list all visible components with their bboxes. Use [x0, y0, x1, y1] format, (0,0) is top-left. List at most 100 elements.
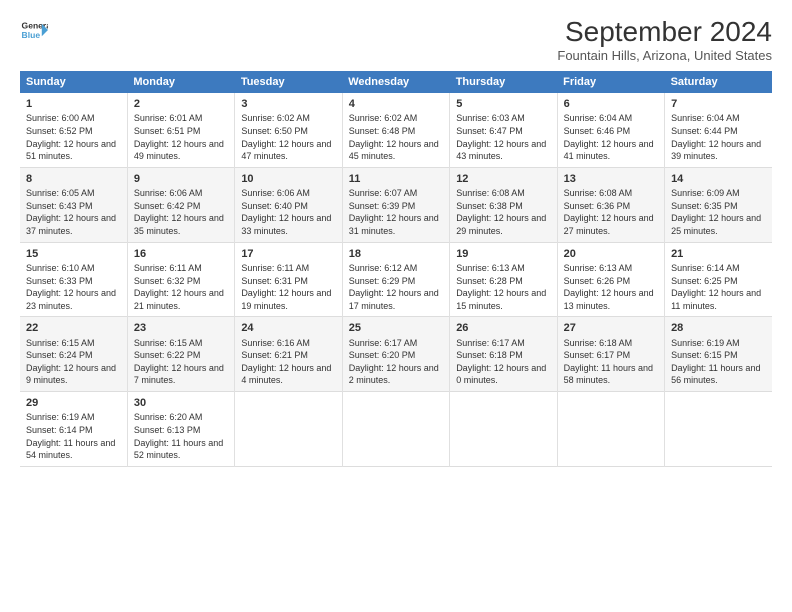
sunrise: Sunrise: 6:15 AM [26, 337, 121, 350]
sunset: Sunset: 6:52 PM [26, 125, 121, 138]
calendar-cell: 17Sunrise: 6:11 AMSunset: 6:31 PMDayligh… [235, 242, 342, 317]
calendar-cell: 24Sunrise: 6:16 AMSunset: 6:21 PMDayligh… [235, 317, 342, 392]
sunrise: Sunrise: 6:19 AM [671, 337, 766, 350]
calendar-cell: 5Sunrise: 6:03 AMSunset: 6:47 PMDaylight… [450, 93, 557, 167]
day-number: 10 [241, 172, 335, 187]
title-block: September 2024 Fountain Hills, Arizona, … [557, 16, 772, 63]
calendar-cell: 4Sunrise: 6:02 AMSunset: 6:48 PMDaylight… [342, 93, 449, 167]
day-number: 26 [456, 321, 550, 336]
calendar-cell [557, 392, 664, 467]
sunrise: Sunrise: 6:15 AM [134, 337, 228, 350]
sunset: Sunset: 6:38 PM [456, 200, 550, 213]
header-row: SundayMondayTuesdayWednesdayThursdayFrid… [20, 71, 772, 93]
sunset: Sunset: 6:47 PM [456, 125, 550, 138]
daylight: Daylight: 12 hours and 13 minutes. [564, 287, 658, 312]
calendar-cell: 15Sunrise: 6:10 AMSunset: 6:33 PMDayligh… [20, 242, 127, 317]
sunrise: Sunrise: 6:06 AM [241, 187, 335, 200]
sunset: Sunset: 6:17 PM [564, 349, 658, 362]
sunrise: Sunrise: 6:20 AM [134, 411, 228, 424]
calendar-cell: 27Sunrise: 6:18 AMSunset: 6:17 PMDayligh… [557, 317, 664, 392]
day-number: 3 [241, 97, 335, 112]
day-number: 15 [26, 247, 121, 262]
svg-text:Blue: Blue [22, 30, 41, 40]
daylight: Daylight: 12 hours and 25 minutes. [671, 212, 766, 237]
calendar-cell: 8Sunrise: 6:05 AMSunset: 6:43 PMDaylight… [20, 167, 127, 242]
daylight: Daylight: 12 hours and 37 minutes. [26, 212, 121, 237]
sunrise: Sunrise: 6:16 AM [241, 337, 335, 350]
calendar-cell: 16Sunrise: 6:11 AMSunset: 6:32 PMDayligh… [127, 242, 234, 317]
sunrise: Sunrise: 6:18 AM [564, 337, 658, 350]
calendar-cell: 1Sunrise: 6:00 AMSunset: 6:52 PMDaylight… [20, 93, 127, 167]
sunrise: Sunrise: 6:10 AM [26, 262, 121, 275]
daylight: Daylight: 12 hours and 4 minutes. [241, 362, 335, 387]
daylight: Daylight: 12 hours and 23 minutes. [26, 287, 121, 312]
sunrise: Sunrise: 6:03 AM [456, 112, 550, 125]
sunset: Sunset: 6:39 PM [349, 200, 443, 213]
week-row-4: 22Sunrise: 6:15 AMSunset: 6:24 PMDayligh… [20, 317, 772, 392]
day-number: 21 [671, 247, 766, 262]
calendar-cell [665, 392, 772, 467]
calendar-cell [450, 392, 557, 467]
sunset: Sunset: 6:42 PM [134, 200, 228, 213]
sunrise: Sunrise: 6:11 AM [134, 262, 228, 275]
daylight: Daylight: 11 hours and 52 minutes. [134, 437, 228, 462]
daylight: Daylight: 11 hours and 56 minutes. [671, 362, 766, 387]
calendar-cell [342, 392, 449, 467]
calendar-cell: 21Sunrise: 6:14 AMSunset: 6:25 PMDayligh… [665, 242, 772, 317]
week-row-2: 8Sunrise: 6:05 AMSunset: 6:43 PMDaylight… [20, 167, 772, 242]
sunset: Sunset: 6:28 PM [456, 275, 550, 288]
sunset: Sunset: 6:24 PM [26, 349, 121, 362]
day-number: 12 [456, 172, 550, 187]
sunset: Sunset: 6:50 PM [241, 125, 335, 138]
col-header-sunday: Sunday [20, 71, 127, 93]
col-header-friday: Friday [557, 71, 664, 93]
daylight: Daylight: 12 hours and 33 minutes. [241, 212, 335, 237]
day-number: 17 [241, 247, 335, 262]
day-number: 5 [456, 97, 550, 112]
calendar-cell: 3Sunrise: 6:02 AMSunset: 6:50 PMDaylight… [235, 93, 342, 167]
calendar-cell: 12Sunrise: 6:08 AMSunset: 6:38 PMDayligh… [450, 167, 557, 242]
daylight: Daylight: 12 hours and 27 minutes. [564, 212, 658, 237]
sunrise: Sunrise: 6:14 AM [671, 262, 766, 275]
day-number: 9 [134, 172, 228, 187]
calendar-page: General Blue September 2024 Fountain Hil… [0, 0, 792, 612]
header: General Blue September 2024 Fountain Hil… [20, 16, 772, 63]
daylight: Daylight: 12 hours and 39 minutes. [671, 138, 766, 163]
col-header-monday: Monday [127, 71, 234, 93]
day-number: 28 [671, 321, 766, 336]
day-number: 19 [456, 247, 550, 262]
daylight: Daylight: 12 hours and 29 minutes. [456, 212, 550, 237]
calendar-cell [235, 392, 342, 467]
sunset: Sunset: 6:40 PM [241, 200, 335, 213]
sunset: Sunset: 6:46 PM [564, 125, 658, 138]
calendar-cell: 14Sunrise: 6:09 AMSunset: 6:35 PMDayligh… [665, 167, 772, 242]
daylight: Daylight: 12 hours and 49 minutes. [134, 138, 228, 163]
sunrise: Sunrise: 6:08 AM [564, 187, 658, 200]
day-number: 25 [349, 321, 443, 336]
calendar-cell: 22Sunrise: 6:15 AMSunset: 6:24 PMDayligh… [20, 317, 127, 392]
sunrise: Sunrise: 6:17 AM [456, 337, 550, 350]
sunrise: Sunrise: 6:13 AM [456, 262, 550, 275]
main-title: September 2024 [557, 16, 772, 48]
daylight: Daylight: 11 hours and 58 minutes. [564, 362, 658, 387]
day-number: 23 [134, 321, 228, 336]
sunset: Sunset: 6:13 PM [134, 424, 228, 437]
calendar-cell: 25Sunrise: 6:17 AMSunset: 6:20 PMDayligh… [342, 317, 449, 392]
sunset: Sunset: 6:14 PM [26, 424, 121, 437]
calendar-cell: 6Sunrise: 6:04 AMSunset: 6:46 PMDaylight… [557, 93, 664, 167]
day-number: 20 [564, 247, 658, 262]
daylight: Daylight: 12 hours and 11 minutes. [671, 287, 766, 312]
daylight: Daylight: 12 hours and 35 minutes. [134, 212, 228, 237]
daylight: Daylight: 12 hours and 41 minutes. [564, 138, 658, 163]
sunrise: Sunrise: 6:04 AM [564, 112, 658, 125]
sunset: Sunset: 6:15 PM [671, 349, 766, 362]
sunset: Sunset: 6:25 PM [671, 275, 766, 288]
day-number: 6 [564, 97, 658, 112]
week-row-5: 29Sunrise: 6:19 AMSunset: 6:14 PMDayligh… [20, 392, 772, 467]
daylight: Daylight: 12 hours and 15 minutes. [456, 287, 550, 312]
sunset: Sunset: 6:20 PM [349, 349, 443, 362]
sunrise: Sunrise: 6:13 AM [564, 262, 658, 275]
sunset: Sunset: 6:29 PM [349, 275, 443, 288]
day-number: 7 [671, 97, 766, 112]
sunrise: Sunrise: 6:01 AM [134, 112, 228, 125]
